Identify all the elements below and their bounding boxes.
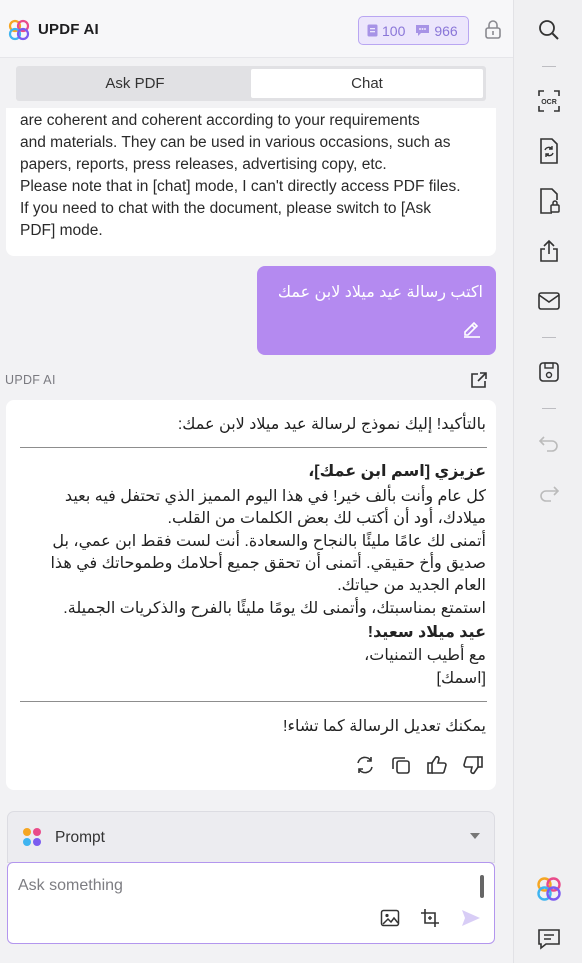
prompt-label: Prompt [55, 829, 105, 846]
letter-paragraph-1: كل عام وأنت بألف خير! في هذا اليوم الممي… [64, 488, 486, 527]
image-upload-icon[interactable] [380, 909, 400, 932]
ai-footer-text: يمكنك تعديل الرسالة كما تشاء! [283, 718, 486, 735]
letter-wish: عيد ميلاد سعيد! [367, 624, 486, 641]
text-line: PDF] mode. [20, 222, 103, 239]
export-icon[interactable] [469, 370, 489, 395]
chat-bubble-icon [415, 24, 430, 37]
mode-tabs: Ask PDF Chat [16, 66, 486, 101]
chat-credits: 966 [415, 22, 458, 39]
text-line: If you need to chat with the document, p… [20, 200, 431, 217]
svg-text:OCR: OCR [541, 99, 557, 106]
chat-area[interactable]: are coherent and coherent according to y… [0, 108, 513, 808]
ai-sender-label: UPDF AI [5, 373, 56, 387]
updf-ai-icon[interactable] [536, 876, 562, 902]
previous-ai-text: are coherent and coherent according to y… [20, 110, 486, 242]
tab-ask-pdf[interactable]: Ask PDF [19, 69, 251, 98]
share-icon[interactable] [536, 238, 562, 264]
user-message-text: اكتب رسالة عيد ميلاد لابن عمك [277, 284, 483, 301]
user-message-bubble: اكتب رسالة عيد ميلاد لابن عمك [257, 266, 496, 355]
search-icon[interactable] [536, 17, 562, 43]
updf-logo-icon [8, 19, 30, 41]
text-line: papers, reports, press releases, adverti… [20, 156, 387, 173]
document-icon [367, 24, 378, 37]
copy-icon[interactable] [390, 754, 412, 781]
toolbar-divider [542, 408, 556, 409]
convert-pdf-icon[interactable] [536, 138, 562, 164]
regenerate-icon[interactable] [354, 754, 376, 781]
divider [20, 701, 487, 702]
ai-response-card: بالتأكيد! إليك نموذج لرسالة عيد ميلاد لا… [6, 400, 496, 790]
doc-credits-count: 100 [382, 22, 406, 39]
tab-chat[interactable]: Chat [251, 69, 483, 98]
header: UPDF AI 100 966 [0, 0, 513, 58]
main-panel: UPDF AI 100 966 Ask PDF Chat are coheren… [0, 0, 513, 963]
divider [20, 447, 487, 448]
ai-intro: بالتأكيد! إليك نموذج لرسالة عيد ميلاد لا… [177, 416, 486, 433]
redo-icon[interactable] [536, 480, 562, 506]
input-scrollbar[interactable] [480, 875, 484, 898]
doc-credits: 100 [367, 23, 405, 39]
thumbs-up-icon[interactable] [426, 754, 448, 781]
letter-paragraph-3: استمتع بمناسبتك، وأتمنى لك يومًا مليئًا … [63, 600, 486, 617]
mail-icon[interactable] [536, 288, 562, 314]
lock-icon[interactable] [484, 19, 502, 44]
comment-icon[interactable] [536, 926, 562, 952]
protect-pdf-icon[interactable] [536, 188, 562, 214]
thumbs-down-icon[interactable] [462, 754, 484, 781]
ocr-icon[interactable]: OCR [536, 88, 562, 114]
ask-input[interactable] [18, 877, 458, 895]
credits-badge[interactable]: 100 966 [358, 16, 469, 45]
screenshot-crop-icon[interactable] [420, 908, 440, 933]
toolbar-divider [542, 337, 556, 338]
letter-closing: مع أطيب التمنيات، [364, 647, 486, 664]
letter-greeting: عزيزي [اسم ابن عمك]، [308, 463, 486, 480]
message-input-box [7, 862, 495, 944]
chevron-down-icon [470, 833, 480, 839]
text-line: and materials. They can be used in vario… [20, 134, 451, 151]
brand-title: UPDF AI [38, 21, 99, 38]
toolbar-divider [542, 66, 556, 67]
edit-icon[interactable] [462, 318, 482, 343]
previous-ai-message: are coherent and coherent according to y… [6, 108, 496, 256]
chat-credits-count: 966 [434, 22, 458, 39]
message-actions [354, 754, 484, 781]
input-tools [380, 908, 482, 933]
text-line: are coherent and coherent according to y… [20, 112, 420, 129]
right-toolbar: OCR [513, 0, 582, 963]
save-icon[interactable] [536, 359, 562, 385]
undo-icon[interactable] [536, 430, 562, 456]
letter-paragraph-2: أتمنى لك عامًا مليئًا بالنجاح والسعادة. … [50, 533, 486, 594]
send-icon[interactable] [460, 908, 482, 933]
prompt-grid-icon [22, 827, 42, 852]
text-line: Please note that in [chat] mode, I can't… [20, 178, 461, 195]
letter-signature: [اسمك] [436, 670, 486, 687]
prompt-selector[interactable]: Prompt [7, 811, 495, 863]
